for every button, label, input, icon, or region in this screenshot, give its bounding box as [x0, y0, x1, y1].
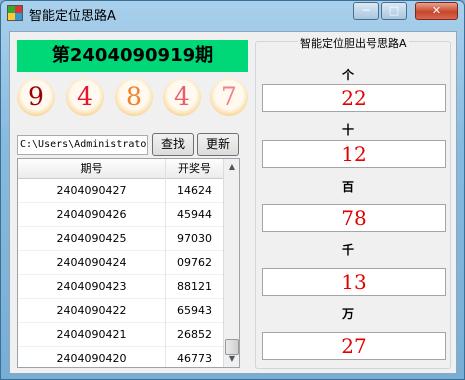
- title-bar[interactable]: 智能定位思路A ─ □ ✕: [1, 1, 464, 31]
- search-button[interactable]: 查找: [152, 133, 194, 156]
- position-value-ones[interactable]: 22: [262, 84, 446, 112]
- lottery-balls: 9 4 8 4 7: [17, 78, 248, 118]
- lottery-ball: 9: [17, 78, 55, 116]
- table-row[interactable]: 2404090421 26852: [18, 323, 223, 347]
- number-cell: 26852: [165, 323, 223, 347]
- number-cell: 65943: [165, 299, 223, 323]
- lottery-ball: 7: [210, 78, 248, 116]
- table-row[interactable]: 2404090422 65943: [18, 299, 223, 323]
- table-row[interactable]: 2404090420 46773: [18, 347, 223, 367]
- app-icon: [7, 5, 23, 21]
- table-row[interactable]: 2404090425 97030: [18, 227, 223, 251]
- position-label-ten-thousands: 万: [342, 307, 355, 321]
- window-title: 智能定位思路A: [29, 9, 116, 24]
- position-value-thousands[interactable]: 13: [262, 268, 446, 296]
- lottery-ball: 8: [115, 78, 153, 116]
- close-button[interactable]: ✕: [415, 2, 458, 20]
- position-label-hundreds: 百: [342, 180, 355, 194]
- maximize-button[interactable]: □: [381, 2, 407, 20]
- history-table[interactable]: 期号 开奖号 2404090427 14624 2404090426 45944 2…: [17, 158, 240, 368]
- lottery-ball: 4: [163, 78, 201, 116]
- issue-banner: 第2404090919期: [17, 40, 248, 72]
- issue-cell: 2404090427: [56, 184, 127, 197]
- path-input[interactable]: C:\Users\Administrator: [17, 135, 148, 155]
- position-label-thousands: 千: [342, 243, 355, 257]
- issue-cell: 2404090420: [56, 352, 127, 365]
- prediction-panel-title: 智能定位胆出号思路A: [298, 35, 409, 51]
- position-label-ones: 个: [342, 68, 355, 82]
- issue-cell: 2404090422: [56, 304, 127, 317]
- refresh-button[interactable]: 更新: [197, 133, 239, 156]
- issue-cell: 2404090425: [56, 232, 127, 245]
- scroll-down-icon[interactable]: ▼: [224, 351, 239, 367]
- table-row[interactable]: 2404090423 88121: [18, 275, 223, 299]
- number-cell: 14624: [165, 179, 223, 203]
- scroll-up-icon[interactable]: ▲: [224, 159, 239, 175]
- vertical-scrollbar[interactable]: ▲ ▼: [223, 159, 239, 367]
- lottery-ball: 4: [66, 78, 104, 116]
- issue-cell: 2404090421: [56, 328, 127, 341]
- table-row[interactable]: 2404090427 14624: [18, 179, 223, 203]
- table-row[interactable]: 2404090426 45944: [18, 203, 223, 227]
- number-cell: 88121: [165, 275, 223, 299]
- header-number[interactable]: 开奖号: [165, 159, 223, 179]
- header-issue[interactable]: 期号: [18, 159, 165, 179]
- position-value-hundreds[interactable]: 78: [262, 204, 446, 232]
- number-cell: 09762: [165, 251, 223, 275]
- client-area: 第2404090919期 9 4 8 4 7 C:\Users\Administ…: [9, 31, 457, 374]
- position-value-ten-thousands[interactable]: 27: [262, 332, 446, 360]
- number-cell: 46773: [165, 347, 223, 367]
- position-value-tens[interactable]: 12: [262, 140, 446, 168]
- number-cell: 97030: [165, 227, 223, 251]
- table-header: 期号 开奖号: [18, 159, 223, 179]
- app-window: 智能定位思路A ─ □ ✕ 第2404090919期 9 4 8 4 7 C:\…: [0, 0, 465, 380]
- issue-cell: 2404090426: [56, 208, 127, 221]
- issue-cell: 2404090424: [56, 256, 127, 269]
- number-cell: 45944: [165, 203, 223, 227]
- position-label-tens: 十: [342, 123, 355, 137]
- table-row[interactable]: 2404090424 09762: [18, 251, 223, 275]
- minimize-button[interactable]: ─: [353, 2, 379, 20]
- issue-cell: 2404090423: [56, 280, 127, 293]
